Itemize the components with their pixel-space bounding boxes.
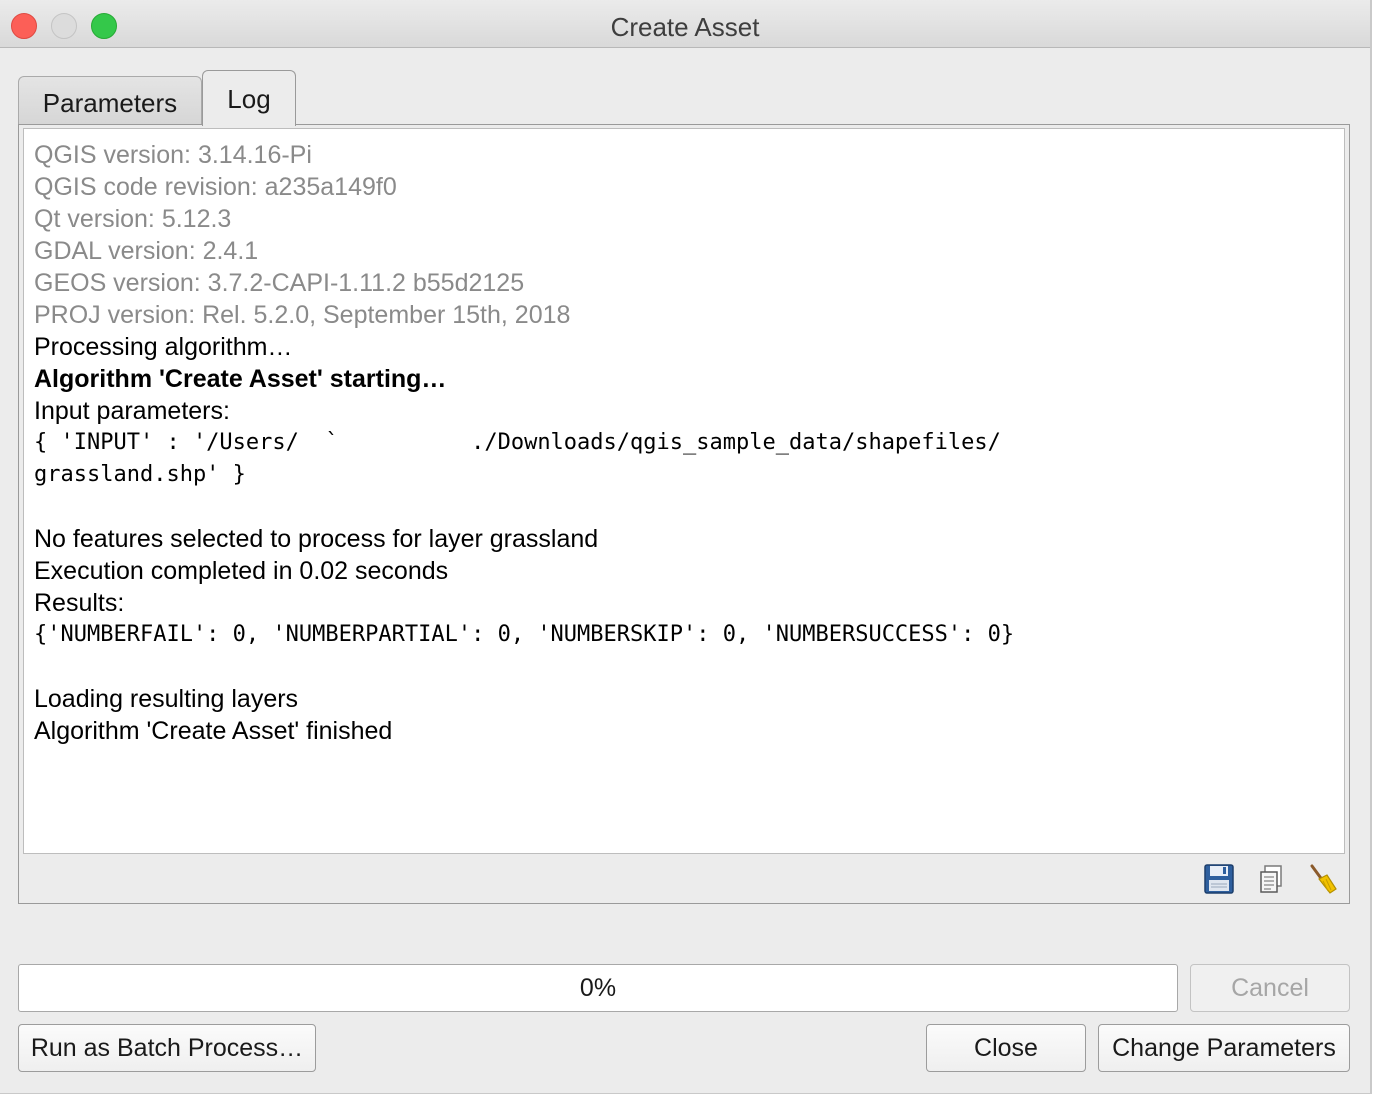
log-line: GDAL version: 2.4.1: [34, 237, 259, 265]
log-line: PROJ version: Rel. 5.2.0, September 15th…: [34, 301, 571, 329]
log-line: Processing algorithm…: [34, 333, 293, 361]
copy-icon[interactable]: [1256, 863, 1288, 895]
log-toolbar: [19, 861, 1349, 899]
log-line: Input parameters:: [34, 397, 230, 425]
log-line-code: grassland.shp' }: [34, 462, 246, 487]
log-line: QGIS code revision: a235a149f0: [34, 173, 397, 201]
log-line: No features selected to process for laye…: [34, 525, 599, 553]
log-line-code: {'NUMBERFAIL': 0, 'NUMBERPARTIAL': 0, 'N…: [34, 622, 1015, 647]
log-line: Algorithm 'Create Asset' finished: [34, 717, 393, 745]
log-line-code: { 'INPUT' : '/Users/ ` ./Downloads/qgis_…: [34, 430, 1001, 455]
progress-bar: 0%: [18, 964, 1178, 1012]
close-button[interactable]: Close: [926, 1024, 1086, 1072]
log-text-area[interactable]: QGIS version: 3.14.16-Pi QGIS code revis…: [23, 128, 1345, 854]
log-line: GEOS version: 3.7.2-CAPI-1.11.2 b55d2125: [34, 269, 525, 297]
clear-icon[interactable]: [1306, 863, 1338, 895]
log-panel: QGIS version: 3.14.16-Pi QGIS code revis…: [18, 124, 1350, 904]
change-parameters-button[interactable]: Change Parameters: [1098, 1024, 1350, 1072]
log-line-starting: Algorithm 'Create Asset' starting…: [34, 365, 447, 393]
log-line: Results:: [34, 589, 125, 617]
progress-text: 0%: [579, 973, 617, 1002]
tab-parameters[interactable]: Parameters: [18, 76, 202, 124]
window-title: Create Asset: [610, 12, 760, 42]
cancel-button[interactable]: Cancel: [1190, 964, 1350, 1012]
log-line: Loading resulting layers: [34, 685, 299, 713]
save-icon[interactable]: [1203, 863, 1235, 895]
log-line: Execution completed in 0.02 seconds: [34, 557, 449, 585]
log-line: QGIS version: 3.14.16-Pi: [34, 141, 312, 169]
run-as-batch-button[interactable]: Run as Batch Process…: [18, 1024, 316, 1072]
dialog-window: Create Asset Parameters Log QGIS version…: [0, 0, 1372, 1094]
log-blank-line: [34, 651, 1344, 683]
log-line: Qt version: 5.12.3: [34, 205, 232, 233]
tab-log[interactable]: Log: [202, 70, 296, 126]
title-bar: Create Asset: [0, 0, 1370, 48]
log-blank-line: [34, 491, 1344, 523]
